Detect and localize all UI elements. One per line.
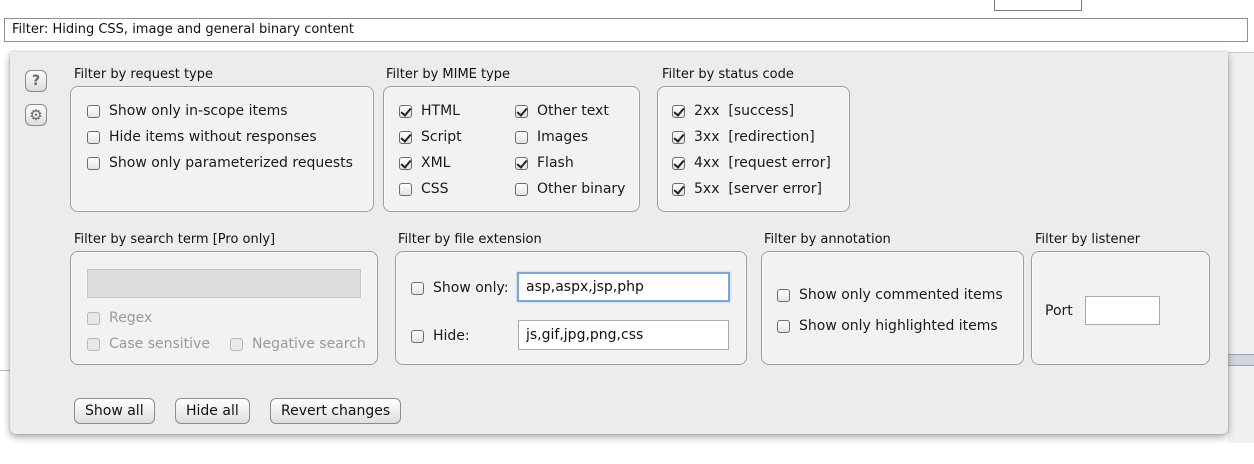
status-2xx-label: 2xx [success] bbox=[694, 103, 795, 119]
highlighted-checkbox-row[interactable]: Show only highlighted items bbox=[777, 318, 998, 334]
regex-checkbox-row[interactable]: Regex bbox=[87, 310, 152, 326]
mime-flash-checkbox[interactable] bbox=[515, 156, 528, 170]
mime-html-checkbox[interactable] bbox=[399, 104, 412, 118]
case-sensitive-checkbox-row[interactable]: Case sensitive bbox=[87, 336, 210, 352]
annotation-group: Show only commented items Show only high… bbox=[761, 251, 1024, 365]
status-3xx-row[interactable]: 3xx [redirection] bbox=[672, 129, 815, 145]
regex-checkbox[interactable] bbox=[87, 311, 100, 325]
mime-flash-label: Flash bbox=[537, 155, 574, 171]
file-extension-heading: Filter by file extension bbox=[398, 232, 542, 247]
status-3xx-checkbox[interactable] bbox=[672, 130, 685, 144]
mime-type-heading: Filter by MIME type bbox=[386, 67, 511, 82]
mime-other-binary-checkbox[interactable] bbox=[515, 182, 528, 196]
status-4xx-row[interactable]: 4xx [request error] bbox=[672, 155, 831, 171]
request-type-heading: Filter by request type bbox=[74, 67, 213, 82]
mime-xml-checkbox[interactable] bbox=[399, 156, 412, 170]
filter-bar[interactable]: Filter: Hiding CSS, image and general bi… bbox=[4, 18, 1248, 42]
background-panel bbox=[1228, 52, 1254, 443]
negative-search-checkbox-row[interactable]: Negative search bbox=[230, 336, 366, 352]
listener-heading: Filter by listener bbox=[1035, 232, 1141, 247]
commented-label: Show only commented items bbox=[799, 287, 1003, 303]
background-divider-left bbox=[0, 370, 10, 376]
parameterized-checkbox-row[interactable]: Show only parameterized requests bbox=[87, 155, 353, 171]
mime-other-text-row[interactable]: Other text bbox=[515, 103, 609, 119]
status-4xx-checkbox[interactable] bbox=[672, 156, 685, 170]
file-extension-group: Show only: Hide: bbox=[395, 251, 747, 365]
mime-other-binary-label: Other binary bbox=[537, 181, 626, 197]
status-2xx-checkbox[interactable] bbox=[672, 104, 685, 118]
search-term-input[interactable] bbox=[87, 269, 361, 298]
request-type-group: Show only in-scope items Hide items with… bbox=[70, 86, 374, 212]
mime-other-text-checkbox[interactable] bbox=[515, 104, 528, 118]
hide-no-response-label: Hide items without responses bbox=[109, 129, 317, 145]
listener-group: Port bbox=[1031, 251, 1210, 365]
negative-search-label: Negative search bbox=[252, 336, 366, 352]
help-icon[interactable]: ? bbox=[25, 70, 47, 92]
port-input[interactable] bbox=[1085, 296, 1160, 325]
mime-images-checkbox[interactable] bbox=[515, 130, 528, 144]
show-only-checkbox-row[interactable]: Show only: bbox=[411, 280, 509, 296]
status-5xx-row[interactable]: 5xx [server error] bbox=[672, 181, 822, 197]
status-code-heading: Filter by status code bbox=[662, 67, 794, 82]
in-scope-checkbox-row[interactable]: Show only in-scope items bbox=[87, 103, 288, 119]
status-code-group: 2xx [success] 3xx [redirection] 4xx [req… bbox=[657, 86, 850, 212]
filter-settings-panel: ? ⚙ Filter by request type Show only in-… bbox=[10, 52, 1228, 434]
search-term-group: Regex Case sensitive Negative search bbox=[70, 251, 378, 365]
parameterized-checkbox[interactable] bbox=[87, 156, 100, 170]
case-sensitive-label: Case sensitive bbox=[109, 336, 210, 352]
annotation-heading: Filter by annotation bbox=[764, 232, 891, 247]
revert-changes-button[interactable]: Revert changes bbox=[270, 398, 402, 424]
mime-other-text-label: Other text bbox=[537, 103, 609, 119]
mime-xml-row[interactable]: XML bbox=[399, 155, 450, 171]
hide-extensions-checkbox-row[interactable]: Hide: bbox=[411, 328, 470, 344]
mime-script-row[interactable]: Script bbox=[399, 129, 462, 145]
show-only-label: Show only: bbox=[433, 280, 509, 296]
highlighted-checkbox[interactable] bbox=[777, 319, 790, 333]
in-scope-label: Show only in-scope items bbox=[109, 103, 288, 119]
status-3xx-label: 3xx [redirection] bbox=[694, 129, 815, 145]
mime-css-checkbox[interactable] bbox=[399, 182, 412, 196]
background-field bbox=[994, 0, 1082, 11]
mime-type-group: HTML Script XML CSS Other text Images Fl… bbox=[383, 86, 640, 212]
hide-extensions-label: Hide: bbox=[433, 328, 470, 344]
hide-all-button[interactable]: Hide all bbox=[175, 398, 250, 424]
commented-checkbox-row[interactable]: Show only commented items bbox=[777, 287, 1003, 303]
in-scope-checkbox[interactable] bbox=[87, 104, 100, 118]
hide-extensions-input[interactable] bbox=[518, 320, 729, 350]
mime-script-label: Script bbox=[421, 129, 462, 145]
mime-other-binary-row[interactable]: Other binary bbox=[515, 181, 625, 197]
status-2xx-row[interactable]: 2xx [success] bbox=[672, 103, 794, 119]
highlighted-label: Show only highlighted items bbox=[799, 318, 998, 334]
mime-html-label: HTML bbox=[421, 103, 460, 119]
regex-label: Regex bbox=[109, 310, 153, 326]
background-divider bbox=[1228, 354, 1254, 366]
commented-checkbox[interactable] bbox=[777, 288, 790, 302]
case-sensitive-checkbox[interactable] bbox=[87, 337, 100, 351]
hide-extensions-checkbox[interactable] bbox=[411, 329, 424, 343]
hide-no-response-checkbox[interactable] bbox=[87, 130, 100, 144]
negative-search-checkbox[interactable] bbox=[230, 337, 243, 351]
mime-images-label: Images bbox=[537, 129, 589, 145]
show-all-button[interactable]: Show all bbox=[74, 398, 155, 424]
search-term-heading: Filter by search term [Pro only] bbox=[74, 232, 276, 247]
status-5xx-label: 5xx [server error] bbox=[694, 181, 822, 197]
parameterized-label: Show only parameterized requests bbox=[109, 155, 353, 171]
status-5xx-checkbox[interactable] bbox=[672, 182, 685, 196]
mime-images-row[interactable]: Images bbox=[515, 129, 588, 145]
gear-icon[interactable]: ⚙ bbox=[25, 104, 47, 126]
show-only-extensions-input[interactable] bbox=[517, 272, 730, 302]
port-label: Port bbox=[1045, 303, 1073, 319]
hide-no-response-checkbox-row[interactable]: Hide items without responses bbox=[87, 129, 317, 145]
mime-html-row[interactable]: HTML bbox=[399, 103, 460, 119]
show-only-checkbox[interactable] bbox=[411, 281, 424, 295]
mime-flash-row[interactable]: Flash bbox=[515, 155, 574, 171]
mime-xml-label: XML bbox=[421, 155, 451, 171]
mime-css-row[interactable]: CSS bbox=[399, 181, 449, 197]
status-4xx-label: 4xx [request error] bbox=[694, 155, 831, 171]
mime-script-checkbox[interactable] bbox=[399, 130, 412, 144]
mime-css-label: CSS bbox=[421, 181, 449, 197]
